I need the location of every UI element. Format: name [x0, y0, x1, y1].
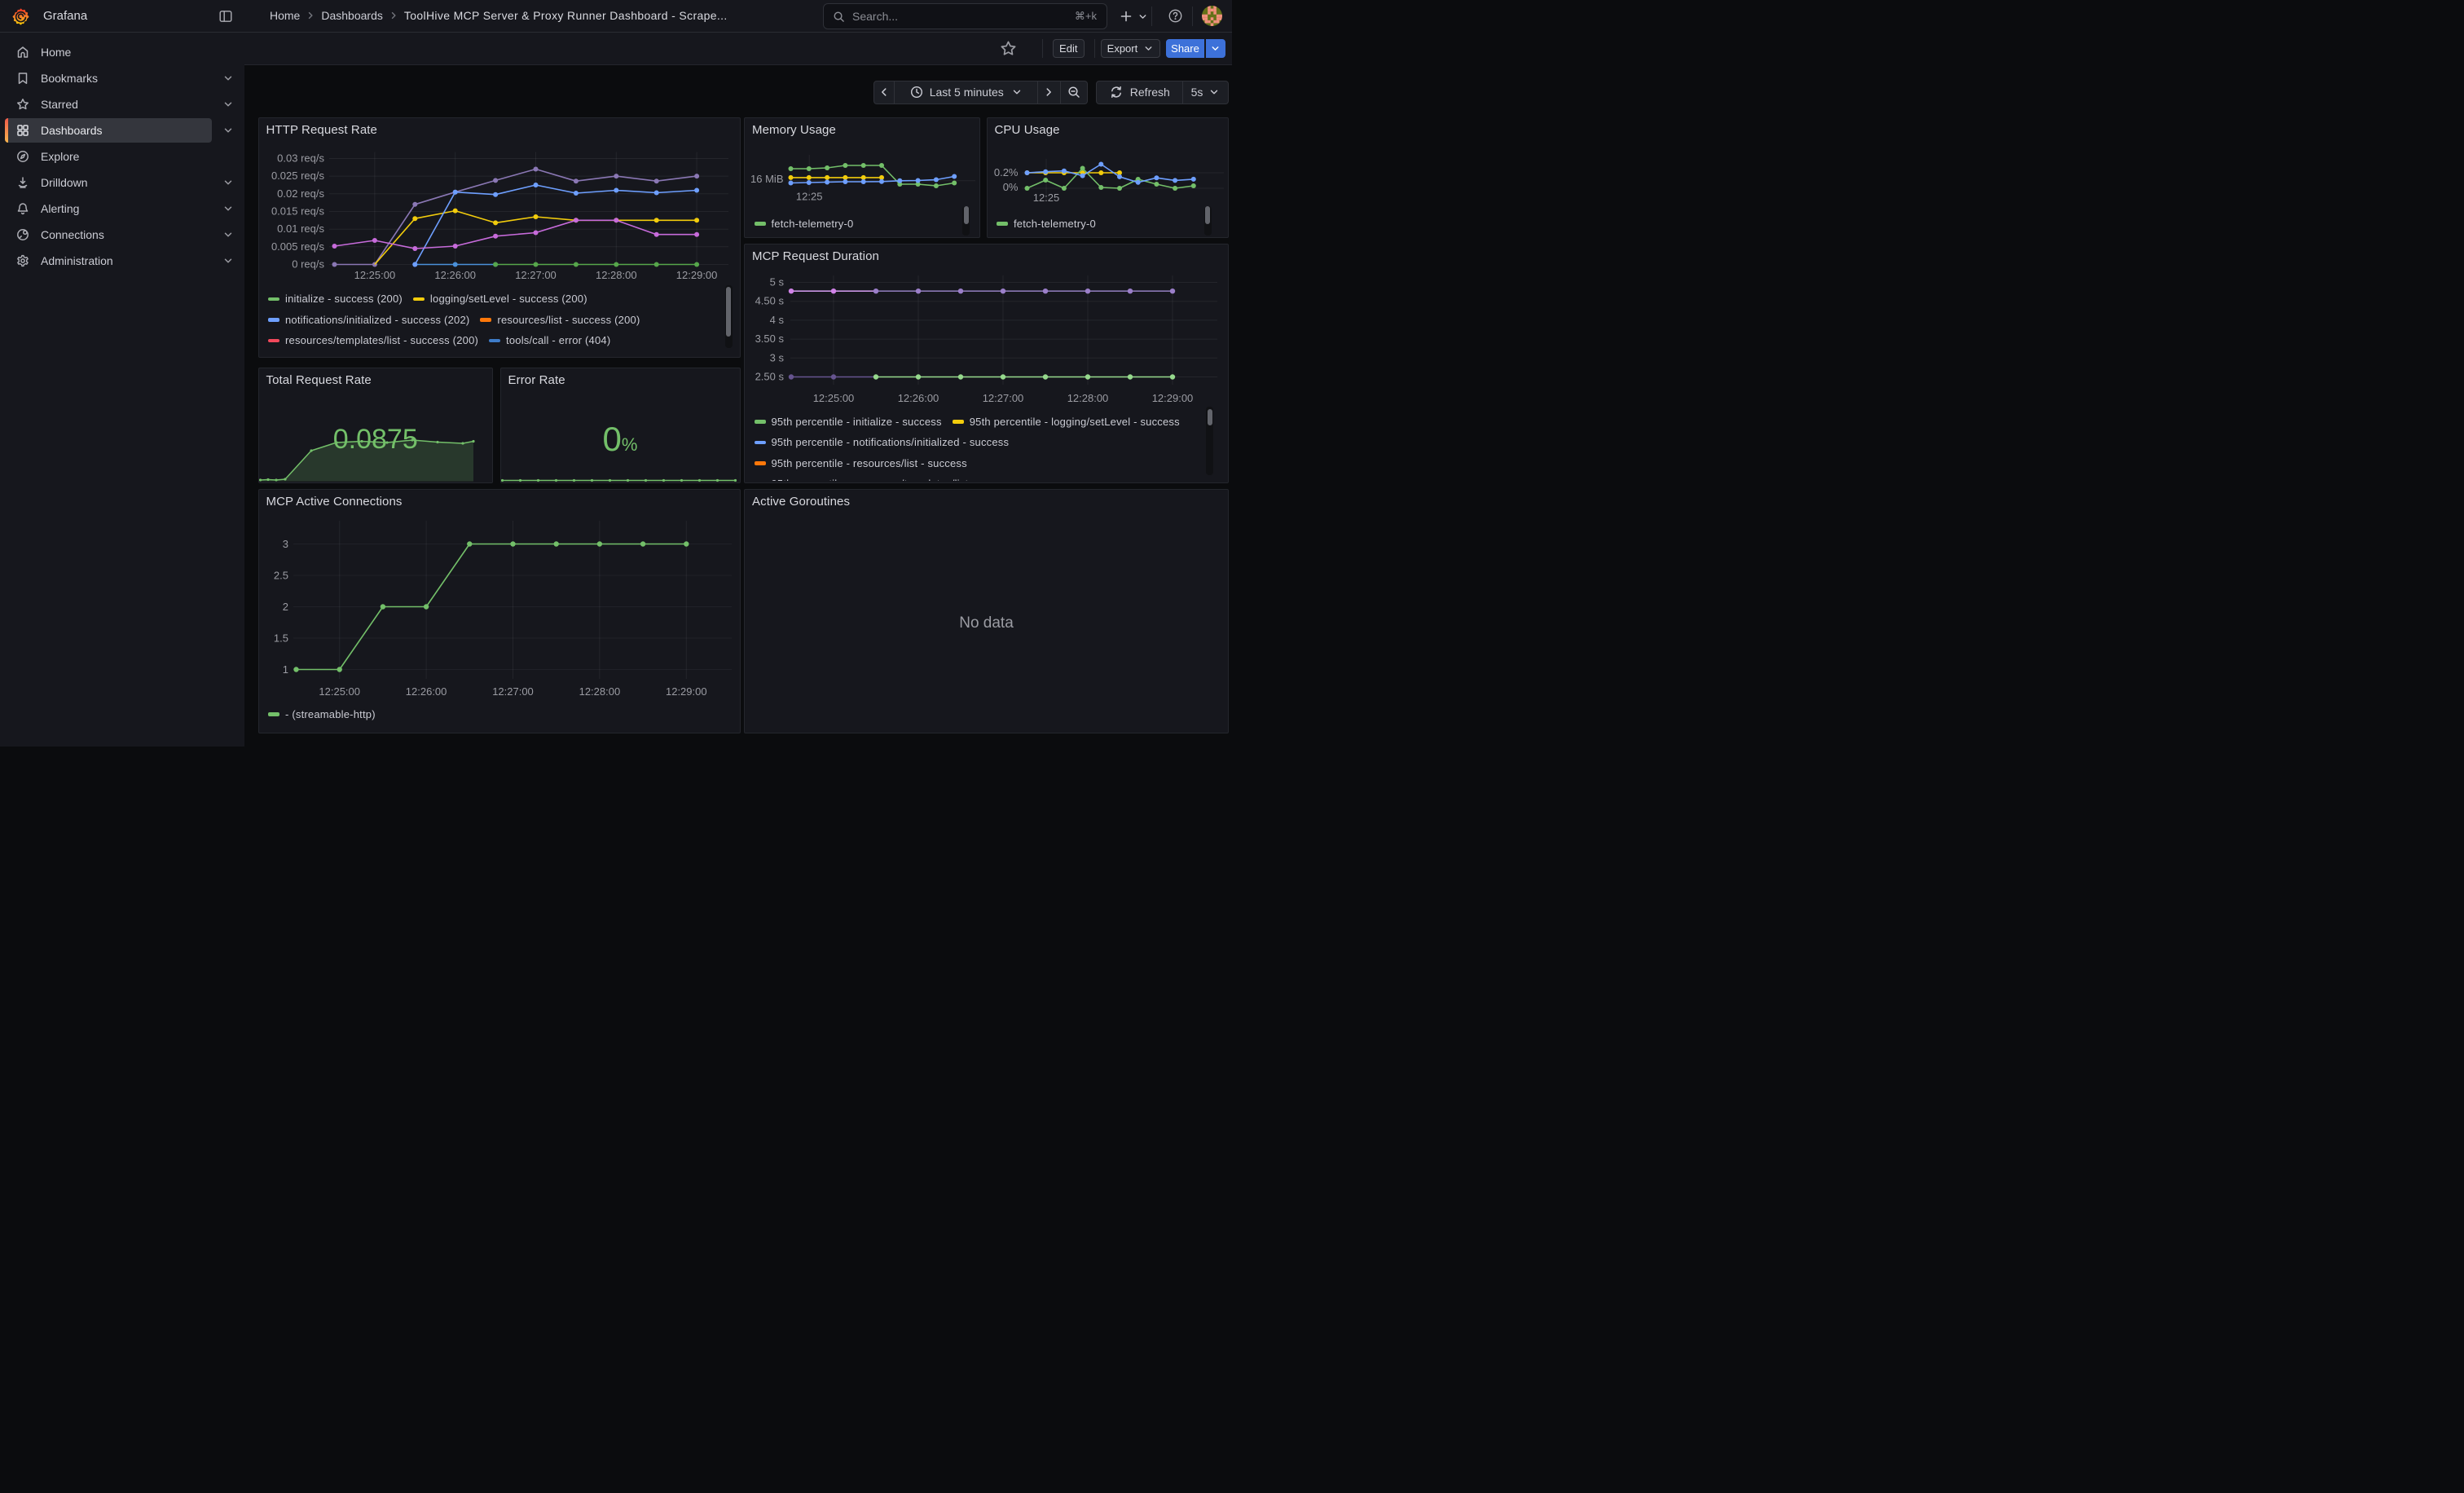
- svg-text:0.01 req/s: 0.01 req/s: [277, 222, 324, 235]
- svg-text:0.005 req/s: 0.005 req/s: [271, 240, 324, 252]
- svg-text:12:27:00: 12:27:00: [983, 392, 1024, 404]
- svg-text:0 req/s: 0 req/s: [292, 258, 324, 270]
- svg-text:12:25: 12:25: [796, 190, 823, 202]
- svg-text:5 s: 5 s: [770, 275, 785, 288]
- svg-text:12:29:00: 12:29:00: [665, 685, 706, 698]
- svg-text:1: 1: [282, 663, 288, 676]
- svg-text:0.015 req/s: 0.015 req/s: [271, 205, 324, 217]
- svg-text:0%: 0%: [1002, 181, 1018, 193]
- svg-text:0.02 req/s: 0.02 req/s: [277, 187, 324, 199]
- svg-text:12:26:00: 12:26:00: [405, 685, 447, 698]
- svg-text:0.03 req/s: 0.03 req/s: [277, 152, 324, 164]
- svg-text:1.5: 1.5: [273, 632, 288, 644]
- svg-text:12:26:00: 12:26:00: [898, 392, 939, 404]
- svg-text:12:25:00: 12:25:00: [319, 685, 360, 698]
- svg-text:3 s: 3 s: [770, 351, 785, 363]
- svg-text:4.50 s: 4.50 s: [755, 294, 785, 306]
- svg-text:12:27:00: 12:27:00: [515, 269, 557, 281]
- svg-text:0.025 req/s: 0.025 req/s: [271, 170, 324, 182]
- svg-text:2: 2: [282, 601, 288, 613]
- svg-text:12:25:00: 12:25:00: [354, 269, 395, 281]
- svg-text:12:28:00: 12:28:00: [579, 685, 620, 698]
- svg-text:12:25: 12:25: [1032, 192, 1059, 204]
- svg-text:12:25:00: 12:25:00: [813, 392, 855, 404]
- svg-text:2.5: 2.5: [273, 569, 288, 581]
- svg-text:16 MiB: 16 MiB: [750, 173, 783, 185]
- svg-text:12:28:00: 12:28:00: [595, 269, 636, 281]
- svg-text:12:29:00: 12:29:00: [1152, 392, 1194, 404]
- svg-text:12:26:00: 12:26:00: [434, 269, 476, 281]
- svg-text:0.2%: 0.2%: [993, 166, 1018, 178]
- svg-text:12:27:00: 12:27:00: [492, 685, 534, 698]
- svg-text:4 s: 4 s: [770, 313, 785, 325]
- svg-text:3: 3: [282, 538, 288, 550]
- svg-text:3.50 s: 3.50 s: [755, 333, 785, 345]
- svg-text:2.50 s: 2.50 s: [755, 370, 785, 382]
- svg-text:12:28:00: 12:28:00: [1067, 392, 1109, 404]
- svg-text:12:29:00: 12:29:00: [675, 269, 717, 281]
